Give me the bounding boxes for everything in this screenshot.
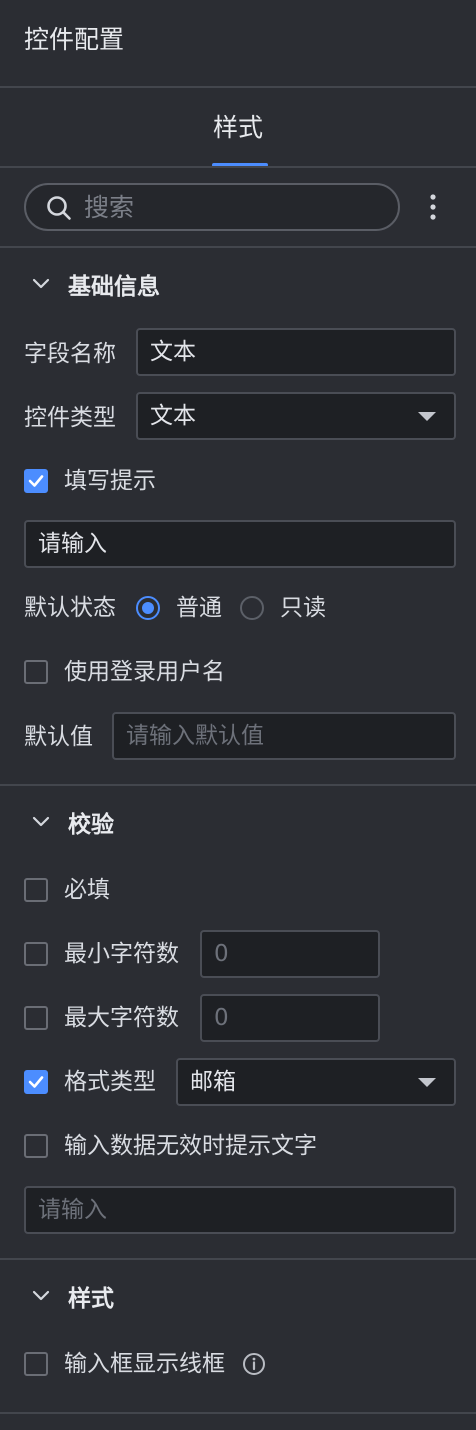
section-header-style[interactable]: 样式: [24, 1278, 114, 1314]
field-name-value: 文本: [150, 339, 196, 365]
radio-readonly-label: 只读: [280, 595, 326, 621]
section-header-validation[interactable]: 校验: [24, 804, 114, 840]
control-type-select[interactable]: 文本: [136, 392, 456, 440]
panel-title: 控件配置: [24, 25, 125, 54]
invalid-tip-input[interactable]: 请输入: [24, 1186, 456, 1234]
default-value-label: 默认值: [24, 724, 93, 750]
divider: [0, 246, 476, 248]
divider: [0, 784, 476, 786]
hint-value: 请输入: [38, 531, 107, 557]
field-name-label: 字段名称: [24, 341, 116, 367]
chevron-down-icon: [24, 1278, 60, 1314]
format-value: 邮箱: [190, 1069, 236, 1095]
radio-normal-label: 普通: [176, 595, 222, 621]
min-chars-label: 最小字符数: [64, 941, 179, 967]
section-title: 基础信息: [68, 274, 160, 300]
invalid-tip-checkbox[interactable]: [24, 1134, 48, 1158]
control-type-value: 文本: [150, 403, 196, 429]
field-name-input[interactable]: 文本: [136, 328, 456, 376]
required-checkbox[interactable]: [24, 878, 48, 902]
use-login-checkbox[interactable]: [24, 660, 48, 684]
hint-checkbox-label: 填写提示: [64, 468, 156, 494]
max-chars-label: 最大字符数: [64, 1005, 179, 1031]
divider: [0, 86, 476, 88]
check-icon: [28, 1076, 44, 1088]
section-header-basic[interactable]: 基础信息: [24, 266, 160, 302]
more-vertical-icon[interactable]: [418, 190, 448, 224]
default-state-label: 默认状态: [24, 595, 116, 621]
divider: [0, 166, 476, 168]
max-chars-placeholder: 0: [214, 1005, 229, 1031]
max-chars-checkbox[interactable]: [24, 1006, 48, 1030]
invalid-tip-placeholder: 请输入: [38, 1197, 107, 1223]
min-chars-input[interactable]: 0: [200, 930, 380, 978]
radio-readonly[interactable]: [240, 596, 264, 620]
max-chars-input[interactable]: 0: [200, 994, 380, 1042]
info-icon[interactable]: [242, 1352, 266, 1376]
divider: [0, 1412, 476, 1414]
tab-style[interactable]: 样式: [0, 110, 476, 146]
show-border-label: 输入框显示线框: [64, 1351, 225, 1377]
hint-checkbox[interactable]: [24, 469, 48, 493]
min-chars-placeholder: 0: [214, 941, 229, 967]
control-type-label: 控件类型: [24, 405, 116, 431]
format-select[interactable]: 邮箱: [176, 1058, 456, 1106]
show-border-checkbox[interactable]: [24, 1352, 48, 1376]
required-label: 必填: [64, 877, 110, 903]
radio-normal[interactable]: [136, 596, 160, 620]
invalid-tip-label: 输入数据无效时提示文字: [64, 1133, 317, 1159]
search-box[interactable]: [24, 183, 400, 231]
caret-down-icon: [418, 1078, 436, 1087]
default-value-input[interactable]: 请输入默认值: [112, 712, 456, 760]
divider: [0, 1258, 476, 1260]
section-title: 校验: [68, 812, 114, 838]
section-title: 样式: [68, 1286, 114, 1312]
search-input[interactable]: [84, 190, 384, 224]
format-checkbox[interactable]: [24, 1070, 48, 1094]
search-icon: [47, 196, 71, 220]
format-label: 格式类型: [64, 1069, 156, 1095]
caret-down-icon: [418, 412, 436, 421]
chevron-down-icon: [24, 804, 60, 840]
check-icon: [28, 475, 44, 487]
default-value-placeholder: 请输入默认值: [126, 723, 264, 749]
use-login-label: 使用登录用户名: [64, 659, 225, 685]
min-chars-checkbox[interactable]: [24, 942, 48, 966]
hint-input[interactable]: 请输入: [24, 520, 456, 568]
chevron-down-icon: [24, 266, 60, 302]
